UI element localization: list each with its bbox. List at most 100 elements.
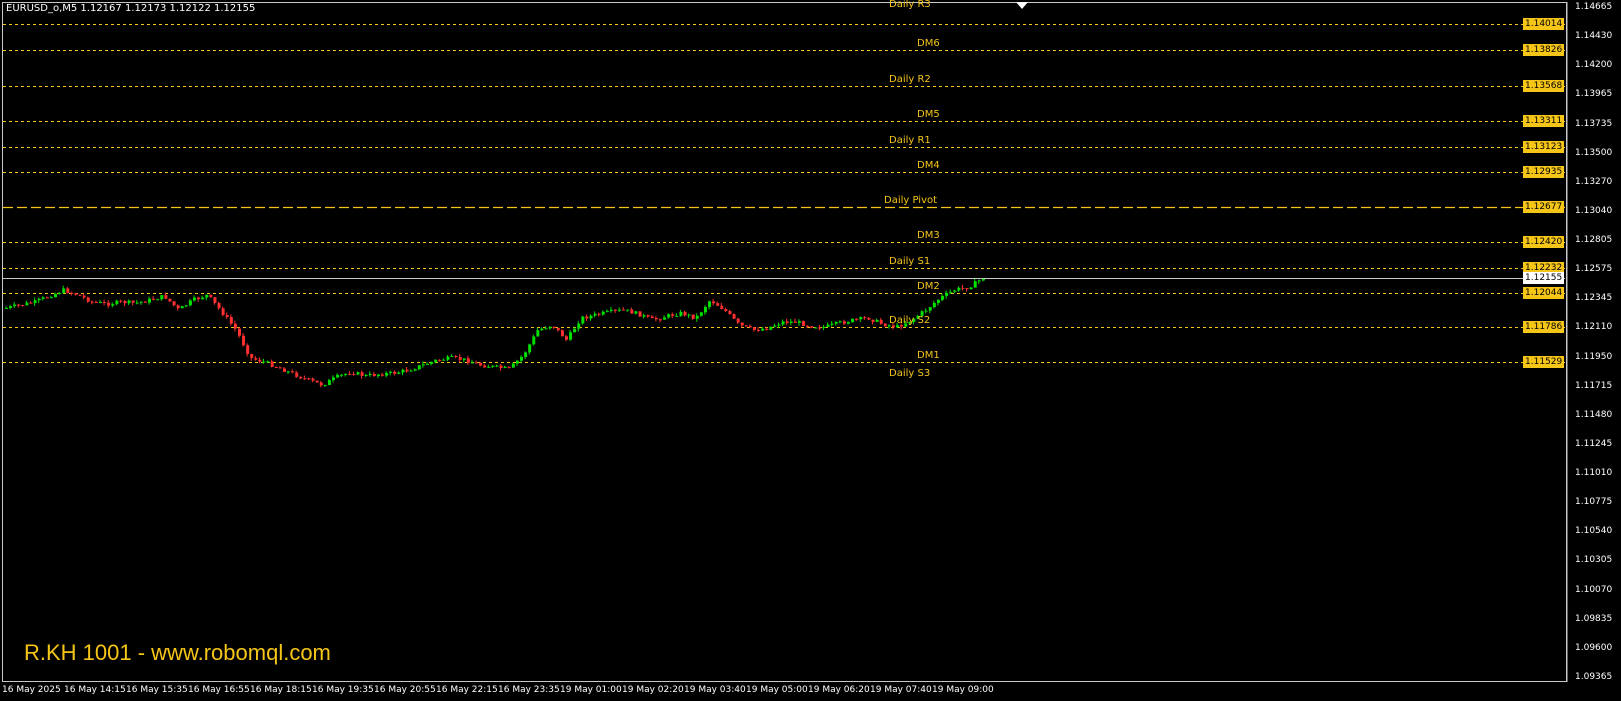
candle-body: [675, 315, 679, 317]
candle-body: [826, 324, 830, 327]
candle-body: [479, 362, 483, 366]
candle-body: [287, 371, 291, 373]
candle-body: [744, 325, 748, 327]
price-tick-label: 1.10070: [1575, 584, 1613, 595]
candle-body: [307, 378, 311, 380]
candle-body: [430, 361, 434, 364]
candle-body: [532, 336, 536, 345]
candle-body: [13, 304, 17, 307]
candle-body: [438, 359, 442, 361]
time-tick-label: 16 May 19:35: [312, 685, 374, 695]
candle-body: [646, 315, 650, 317]
candle-body: [201, 297, 205, 300]
candle-body: [560, 330, 564, 337]
candle-body: [552, 326, 556, 328]
candle-body: [393, 371, 397, 374]
chart-shift-marker[interactable]: [1016, 2, 1028, 9]
price-axis[interactable]: 1.14665 1.14430 1.14200 1.13965 1.13735 1.135…: [1567, 2, 1621, 682]
candle-body: [352, 374, 356, 376]
candle-body: [41, 297, 45, 299]
candle-body: [507, 366, 511, 368]
time-tick-label: 19 May 06:20: [808, 685, 870, 695]
candle-body: [86, 297, 90, 302]
candle-body: [740, 322, 744, 326]
candle-body: [426, 363, 430, 365]
candle-body: [622, 309, 626, 311]
candle-body: [961, 287, 965, 289]
candle-body: [348, 373, 352, 375]
candle-body: [936, 299, 940, 303]
candle-body: [221, 308, 225, 316]
candle-body: [855, 318, 859, 320]
candle-body: [401, 369, 405, 373]
candle-body: [605, 310, 609, 312]
candle-body: [847, 322, 851, 324]
candle-body: [111, 304, 115, 306]
candle-body: [209, 294, 213, 298]
candle-body: [291, 371, 295, 373]
candle-body: [773, 325, 777, 327]
candle-body: [225, 315, 229, 318]
candle-body: [217, 302, 221, 309]
level-price-tag: 1.13568: [1523, 80, 1565, 92]
candle-body: [160, 295, 164, 300]
candle-body: [753, 327, 757, 330]
candle-body: [323, 385, 327, 387]
candle-body: [233, 323, 237, 329]
candle-body: [82, 295, 86, 298]
candle-body: [540, 328, 544, 331]
candle-body: [450, 356, 454, 358]
time-tick-label: 19 May 03:40: [684, 685, 746, 695]
candle-body: [650, 316, 654, 319]
time-tick-label: 16 May 22:15: [436, 685, 498, 695]
level-label: Daily R1: [889, 135, 931, 146]
candle-body: [246, 345, 250, 354]
candle-body: [548, 326, 552, 329]
time-tick-label: 19 May 01:00: [560, 685, 622, 695]
candle-body: [859, 317, 863, 320]
candle-body: [679, 311, 683, 316]
time-axis[interactable]: 16 May 2025 16 May 14:15 16 May 15:35 16 Ma…: [0, 682, 1567, 701]
candle-body: [470, 362, 474, 364]
candle-body: [413, 369, 417, 371]
candle-body: [581, 316, 585, 324]
current-price-tag: 1.12155: [1523, 272, 1565, 284]
candle-body: [871, 319, 875, 322]
candle-body: [5, 307, 8, 309]
level-label: Daily R3: [889, 0, 931, 10]
price-tick-label: 1.09835: [1575, 613, 1613, 624]
candle-body: [119, 300, 123, 302]
candlestick-series: [5, 278, 985, 388]
candle-body: [769, 326, 773, 330]
level-label: DM2: [917, 281, 940, 292]
price-tick-label: 1.14430: [1575, 31, 1613, 42]
chart-window[interactable]: Daily R3 DM6 Daily R2 DM5 Daily R1 DM4 Daily P…: [0, 0, 1621, 701]
candle-body: [262, 361, 266, 363]
time-tick-label: 16 May 18:15: [250, 685, 312, 695]
candle-body: [172, 301, 176, 306]
candle-body: [381, 374, 385, 376]
candle-body: [957, 287, 961, 291]
candle-body: [213, 297, 217, 303]
price-tick-label: 1.11480: [1575, 409, 1613, 420]
candle-body: [442, 359, 446, 361]
level-price-tag: 1.13826: [1523, 44, 1565, 56]
candle-body: [761, 328, 765, 331]
candle-body: [274, 366, 278, 368]
price-tick-label: 1.11715: [1575, 380, 1613, 391]
time-tick-label: 19 May 09:00: [932, 685, 994, 695]
candle-body: [638, 311, 642, 317]
candle-body: [78, 294, 82, 296]
candle-body: [360, 372, 364, 376]
candle-body: [389, 371, 393, 373]
watermark-text: R.KH 1001 - www.robomql.com: [24, 640, 331, 665]
level-label: Daily R2: [889, 74, 931, 85]
candle-body: [765, 328, 769, 330]
candle-body: [924, 310, 928, 312]
price-tick-label: 1.11950: [1575, 351, 1613, 362]
symbol-info: EURUSD_o,M5 1.12167 1.12173 1.12122 1.12…: [6, 3, 256, 14]
candle-body: [703, 307, 707, 313]
candle-body: [667, 314, 671, 318]
candle-body: [981, 279, 985, 281]
candle-body: [103, 302, 107, 304]
